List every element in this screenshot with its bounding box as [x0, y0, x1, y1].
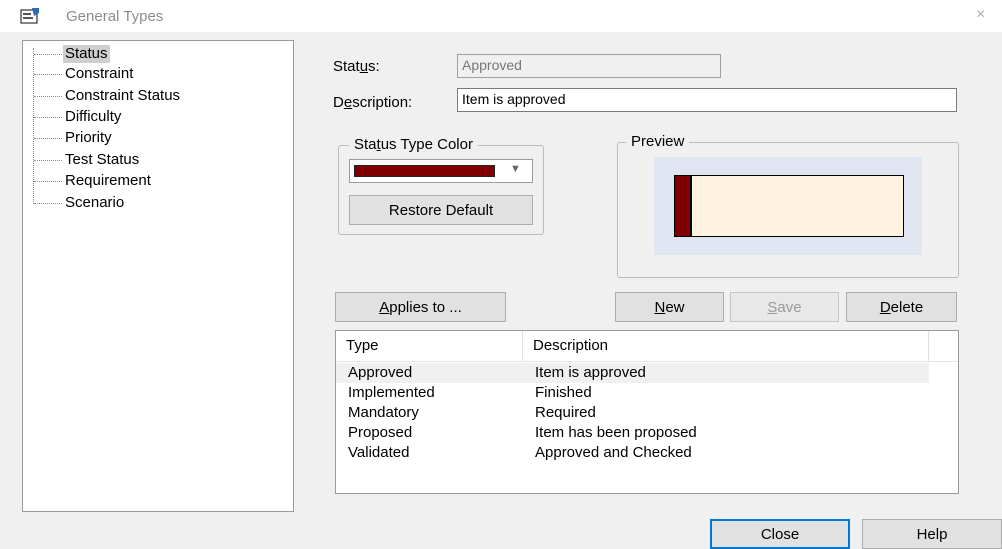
- column-header-type[interactable]: Type: [336, 331, 523, 361]
- preview-element-box: [674, 175, 904, 237]
- color-picker-dropdown[interactable]: ▼: [349, 159, 533, 183]
- tree-tick: [34, 160, 62, 161]
- tree-tick: [34, 96, 62, 97]
- description-field[interactable]: Item is approved: [457, 88, 957, 112]
- row-type: Proposed: [348, 424, 413, 441]
- row-description: Item has been proposed: [535, 424, 697, 441]
- row-description: Approved and Checked: [535, 444, 692, 461]
- preview-title: Preview: [626, 133, 690, 150]
- tree-tick: [34, 138, 62, 139]
- dialog-footer: [0, 513, 1002, 549]
- category-tree[interactable]: Status Constraint Constraint Status Diff…: [22, 40, 294, 512]
- preview-color-bar: [675, 176, 692, 236]
- list-row[interactable]: Implemented Finished: [336, 383, 929, 403]
- new-button[interactable]: New: [615, 292, 724, 322]
- tree-tick: [34, 117, 62, 118]
- list-row[interactable]: Proposed Item has been proposed: [336, 423, 929, 443]
- status-types-list[interactable]: Type Description Approved Item is approv…: [335, 330, 959, 494]
- status-type-color-title: Status Type Color: [349, 136, 478, 153]
- restore-default-button[interactable]: Restore Default: [349, 195, 533, 225]
- close-icon[interactable]: ×: [976, 6, 985, 24]
- column-header-description[interactable]: Description: [523, 331, 929, 361]
- row-type: Validated: [348, 444, 410, 461]
- row-type: Implemented: [348, 384, 435, 401]
- applies-to-button[interactable]: Applies to ...: [335, 292, 506, 322]
- preview-canvas: [654, 157, 922, 255]
- close-button[interactable]: Close: [710, 519, 850, 549]
- tree-item-priority[interactable]: Priority: [65, 129, 112, 147]
- app-icon: [20, 7, 40, 25]
- status-name-field[interactable]: Approved: [457, 54, 721, 78]
- status-label: Status:: [333, 58, 380, 75]
- list-row[interactable]: Validated Approved and Checked: [336, 443, 929, 463]
- row-description: Finished: [535, 384, 592, 401]
- list-row[interactable]: Approved Item is approved: [336, 363, 929, 383]
- tree-tick: [34, 203, 62, 204]
- row-description: Item is approved: [535, 364, 646, 381]
- tree-item-constraint[interactable]: Constraint: [65, 65, 133, 83]
- tree-item-requirement[interactable]: Requirement: [65, 172, 151, 190]
- list-row[interactable]: Mandatory Required: [336, 403, 929, 423]
- tree-tick: [34, 54, 62, 55]
- description-label: Description:: [333, 94, 413, 111]
- delete-button[interactable]: Delete: [846, 292, 957, 322]
- row-type: Mandatory: [348, 404, 419, 421]
- save-button[interactable]: Save: [730, 292, 839, 322]
- tree-item-status[interactable]: Status: [63, 45, 110, 63]
- tree-item-test-status[interactable]: Test Status: [65, 151, 139, 169]
- color-swatch: [354, 165, 495, 177]
- row-type: Approved: [348, 364, 413, 381]
- tree-item-difficulty[interactable]: Difficulty: [65, 108, 121, 126]
- list-header: Type Description: [336, 331, 958, 362]
- tree-tick: [34, 74, 62, 75]
- window-title: General Types: [66, 8, 164, 25]
- tree-tick: [34, 181, 62, 182]
- tree-item-scenario[interactable]: Scenario: [65, 194, 124, 212]
- row-description: Required: [535, 404, 596, 421]
- help-button[interactable]: Help: [862, 519, 1002, 549]
- chevron-down-icon: ▼: [510, 163, 521, 175]
- tree-item-constraint-status[interactable]: Constraint Status: [65, 87, 180, 105]
